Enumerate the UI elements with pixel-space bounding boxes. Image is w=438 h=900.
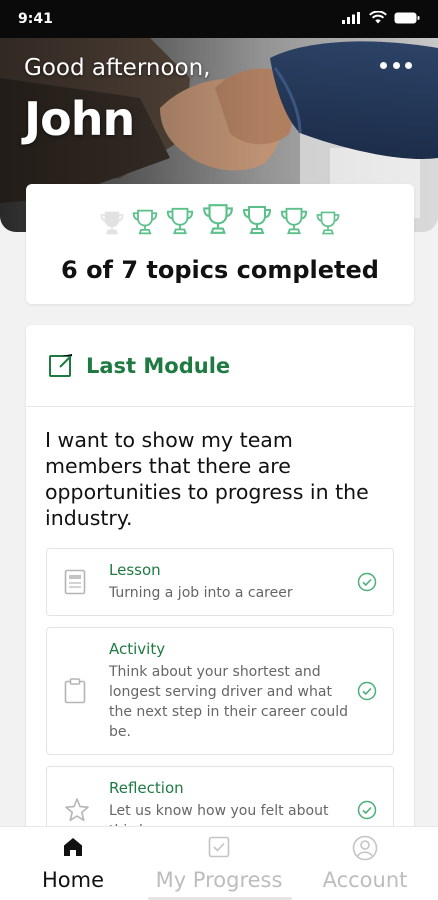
trophy-icon — [316, 211, 340, 235]
tab-label: Home — [41, 868, 104, 892]
tab-home[interactable]: Home — [0, 827, 146, 900]
module-title: Last Module — [86, 353, 231, 378]
module-icon — [49, 353, 72, 377]
trophy-icon — [203, 204, 233, 234]
signal-icon — [342, 11, 360, 24]
last-module-card[interactable]: Last Module I want to show my team membe… — [26, 325, 414, 845]
trophy-icon — [280, 207, 308, 235]
progress-summary: 6 of 7 topics completed — [61, 256, 379, 284]
document-icon — [64, 569, 86, 595]
module-description: I want to show my team members that ther… — [45, 428, 369, 530]
progress-card: 6 of 7 topics completed — [26, 184, 414, 304]
trophy-icon — [242, 206, 272, 234]
item-type-label: Activity — [109, 640, 166, 658]
more-options-button[interactable] — [380, 56, 412, 74]
bottom-tab-bar: Home My Progress Account — [0, 826, 438, 900]
greeting-text: Good afternoon, — [24, 55, 211, 81]
clipboard-icon — [64, 678, 86, 704]
user-circle-icon — [352, 835, 378, 861]
more-dot-icon — [380, 61, 387, 69]
check-circle-icon — [357, 572, 377, 592]
trophy-icon — [166, 207, 194, 235]
check-circle-icon — [357, 681, 377, 701]
checkbox-icon — [208, 836, 230, 858]
tab-label: My Progress — [155, 868, 283, 892]
wifi-icon — [369, 11, 387, 24]
item-text: Think about your shortest and longest se… — [109, 664, 348, 740]
module-item-activity[interactable]: Activity Think about your shortest and l… — [46, 627, 394, 755]
status-time: 9:41 — [18, 11, 53, 27]
module-items: Lesson Turning a job into a career Activ… — [46, 548, 394, 845]
item-type-label: Reflection — [109, 779, 184, 797]
status-icons — [342, 11, 420, 24]
trophy-row — [26, 202, 414, 236]
star-icon — [65, 798, 89, 822]
item-type-label: Lesson — [109, 561, 161, 579]
battery-icon — [394, 12, 420, 23]
item-text: Turning a job into a career — [109, 585, 293, 601]
tab-my-progress[interactable]: My Progress — [146, 827, 292, 900]
user-name: John — [24, 92, 135, 146]
status-bar: 9:41 — [0, 0, 438, 38]
more-dot-icon — [405, 61, 412, 69]
more-dot-icon — [392, 61, 400, 69]
module-header: Last Module — [26, 325, 414, 407]
tab-account[interactable]: Account — [292, 827, 438, 900]
check-circle-icon — [357, 800, 377, 820]
trophy-inactive-icon — [100, 211, 124, 235]
tab-label: Account — [322, 868, 408, 892]
trophy-icon — [132, 209, 158, 235]
home-icon — [64, 838, 82, 856]
module-item-lesson[interactable]: Lesson Turning a job into a career — [46, 548, 394, 616]
